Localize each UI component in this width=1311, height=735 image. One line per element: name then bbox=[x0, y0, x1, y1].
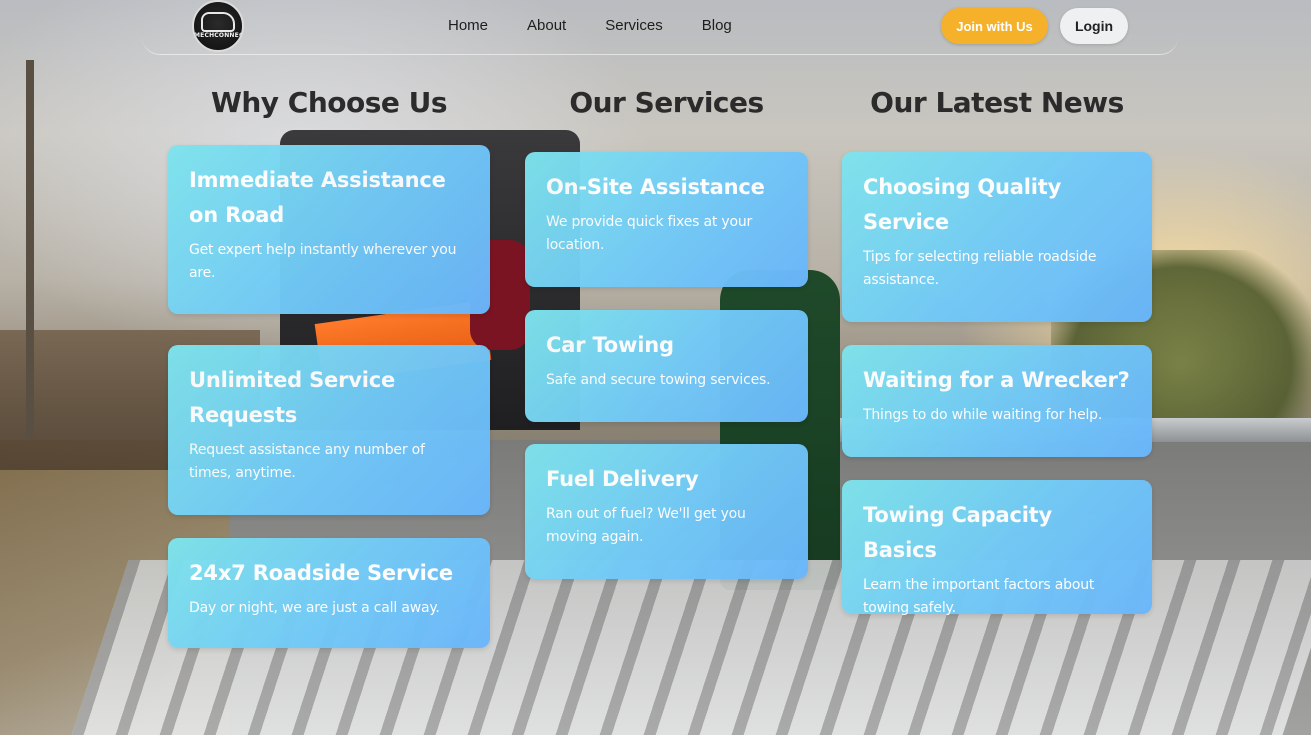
card-description: Request assistance any number of times, … bbox=[189, 442, 425, 481]
news-card[interactable]: Waiting for a Wrecker? Things to do whil… bbox=[842, 345, 1152, 457]
nav-blog[interactable]: Blog bbox=[702, 16, 732, 36]
card-title: Choosing Quality Service bbox=[863, 175, 1062, 234]
nav-about[interactable]: About bbox=[527, 16, 566, 36]
card-description: We provide quick fixes at your location. bbox=[546, 214, 753, 253]
card-description: Things to do while waiting for help. bbox=[863, 407, 1103, 423]
latest-news-title: Our Latest News bbox=[870, 86, 1124, 119]
news-card[interactable]: Towing Capacity Basics Learn the importa… bbox=[842, 480, 1152, 616]
service-card[interactable]: Car Towing Safe and secure towing servic… bbox=[525, 310, 808, 422]
card-description: Safe and secure towing services. bbox=[546, 372, 771, 388]
card-description: Day or night, we are just a call away. bbox=[189, 600, 440, 616]
join-button[interactable]: Join with Us bbox=[941, 8, 1048, 44]
card-title: Towing Capacity Basics bbox=[863, 503, 1053, 562]
page: MECHCONNECT Home About Services Blog Joi… bbox=[0, 0, 1311, 735]
card-title: 24x7 Roadside Service bbox=[189, 561, 453, 585]
card-description: Tips for selecting reliable roadside ass… bbox=[863, 249, 1097, 288]
nav-links: Home About Services Blog bbox=[448, 16, 771, 36]
card-title: On-Site Assistance bbox=[546, 175, 765, 199]
logo-text: MECHCONNECT bbox=[194, 32, 244, 39]
nav-home[interactable]: Home bbox=[448, 16, 488, 36]
logo[interactable]: MECHCONNECT bbox=[192, 0, 244, 52]
card-description: Learn the important factors about towing… bbox=[863, 577, 1095, 616]
card-description: Ran out of fuel? We'll get you moving ag… bbox=[546, 506, 746, 545]
card-title: Unlimited Service Requests bbox=[189, 368, 396, 427]
navbar: MECHCONNECT Home About Services Blog Joi… bbox=[142, 0, 1178, 55]
service-card[interactable]: On-Site Assistance We provide quick fixe… bbox=[525, 152, 808, 287]
background-pole bbox=[26, 60, 34, 440]
our-services-title: Our Services bbox=[569, 86, 764, 119]
card-title: Immediate Assistance on Road bbox=[189, 168, 446, 227]
nav-services[interactable]: Services bbox=[605, 16, 663, 36]
why-card[interactable]: Unlimited Service Requests Request assis… bbox=[168, 345, 490, 515]
car-icon bbox=[201, 12, 235, 32]
card-description: Get expert help instantly wherever you a… bbox=[189, 242, 457, 281]
why-choose-us-title: Why Choose Us bbox=[210, 86, 448, 119]
login-button[interactable]: Login bbox=[1060, 8, 1128, 44]
why-card[interactable]: 24x7 Roadside Service Day or night, we a… bbox=[168, 538, 490, 648]
news-card[interactable]: Choosing Quality Service Tips for select… bbox=[842, 152, 1152, 322]
card-title: Waiting for a Wrecker? bbox=[863, 368, 1130, 392]
card-title: Fuel Delivery bbox=[546, 467, 699, 491]
why-card[interactable]: Immediate Assistance on Road Get expert … bbox=[168, 145, 490, 314]
service-card[interactable]: Fuel Delivery Ran out of fuel? We'll get… bbox=[525, 444, 808, 579]
card-title: Car Towing bbox=[546, 333, 674, 357]
